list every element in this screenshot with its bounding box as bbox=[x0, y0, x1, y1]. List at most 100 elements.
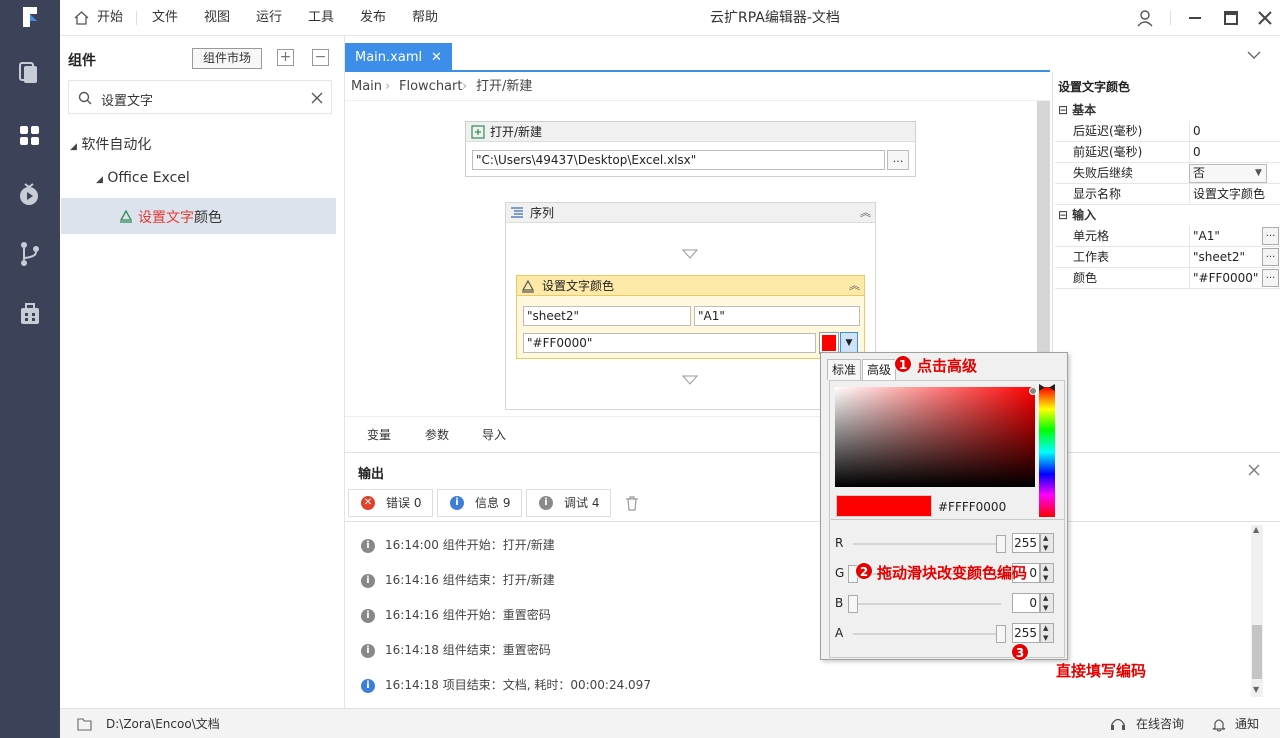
debug-icon[interactable] bbox=[16, 180, 44, 208]
color-swatch-button[interactable] bbox=[819, 332, 839, 354]
slider-track[interactable] bbox=[853, 603, 1001, 605]
expand-arrow-icon[interactable]: ◢ bbox=[70, 142, 77, 152]
scroll-up-icon[interactable]: ▲ bbox=[1253, 525, 1259, 534]
tree-node-office-excel[interactable]: ◢ Office Excel bbox=[96, 170, 190, 186]
spin-down-icon[interactable]: ▼ bbox=[1043, 604, 1048, 612]
branch-icon[interactable] bbox=[16, 240, 44, 268]
edit-expression-button[interactable]: ... bbox=[1262, 248, 1279, 266]
tab-standard[interactable]: 标准 bbox=[827, 359, 862, 380]
select-arrow-icon[interactable]: ▼ bbox=[1255, 163, 1262, 183]
alpha-slider-thumb[interactable] bbox=[996, 625, 1006, 643]
tree-node-software-automation[interactable]: ◢ 软件自动化 bbox=[70, 134, 151, 154]
spin-buttons[interactable]: ▲ ▼ bbox=[1040, 593, 1054, 613]
component-market-button[interactable]: 组件市场 bbox=[192, 48, 262, 69]
close-window-icon[interactable] bbox=[1256, 9, 1274, 27]
open-workbook-activity[interactable]: 打开/新建 "C:\Users\49437\Desktop\Excel.xlsx… bbox=[465, 121, 916, 177]
slider-track[interactable] bbox=[853, 633, 1001, 635]
prop-value-input[interactable]: 0 bbox=[1189, 142, 1280, 163]
sheet-field[interactable]: "sheet2" bbox=[523, 306, 691, 326]
file-path-field[interactable]: "C:\Users\49437\Desktop\Excel.xlsx" bbox=[472, 150, 885, 170]
browse-file-button[interactable]: ... bbox=[887, 150, 909, 170]
package-icon[interactable] bbox=[16, 300, 44, 328]
collapse-group-icon[interactable]: ⊟ bbox=[1058, 103, 1068, 117]
prop-value-input[interactable]: "sheet2" bbox=[1189, 247, 1259, 268]
color-field[interactable]: "#FF0000" bbox=[523, 333, 816, 353]
alpha-value-input[interactable]: 255 bbox=[1012, 623, 1040, 643]
collapse-sequence-icon[interactable]: ︽ bbox=[860, 203, 871, 223]
search-input[interactable]: 设置文字 bbox=[101, 90, 153, 109]
color-cursor[interactable] bbox=[1029, 387, 1037, 395]
collapse-all-button[interactable]: − bbox=[312, 49, 329, 66]
spin-up-icon[interactable]: ▲ bbox=[1043, 564, 1048, 572]
filter-info-button[interactable]: i 信息 9 bbox=[437, 489, 522, 517]
online-consult-link[interactable]: 在线咨询 bbox=[1136, 709, 1184, 738]
spin-down-icon[interactable]: ▼ bbox=[1043, 574, 1048, 582]
prop-value-input[interactable]: 0 bbox=[1189, 121, 1280, 142]
filter-debug-button[interactable]: i 调试 4 bbox=[526, 489, 611, 517]
hex-code-label[interactable]: #FFFF0000 bbox=[938, 500, 1006, 514]
spin-up-icon[interactable]: ▲ bbox=[1043, 594, 1048, 602]
minimize-icon[interactable] bbox=[1186, 9, 1204, 27]
saturation-value-field[interactable] bbox=[835, 387, 1037, 487]
breadcrumb-current[interactable]: 打开/新建 bbox=[476, 73, 532, 100]
clear-search-icon[interactable] bbox=[311, 92, 323, 104]
hue-slider[interactable] bbox=[1039, 384, 1055, 517]
spin-buttons[interactable]: ▲ ▼ bbox=[1040, 563, 1054, 583]
menu-file[interactable]: 文件 bbox=[152, 0, 178, 36]
red-value-input[interactable]: 255 bbox=[1012, 533, 1040, 553]
filter-errors-button[interactable]: ✕ 错误 0 bbox=[348, 489, 433, 517]
red-slider-thumb[interactable] bbox=[996, 535, 1006, 553]
prop-value-input[interactable]: "A1" bbox=[1189, 226, 1259, 247]
spin-down-icon[interactable]: ▼ bbox=[1043, 634, 1048, 642]
output-scroll-thumb[interactable] bbox=[1252, 625, 1262, 679]
collapse-group-icon[interactable]: ⊟ bbox=[1058, 208, 1068, 222]
spin-up-icon[interactable]: ▲ bbox=[1043, 534, 1048, 542]
prop-value-input[interactable]: 设置文字颜色 bbox=[1189, 184, 1280, 205]
components-icon[interactable] bbox=[16, 122, 44, 150]
prop-group-input[interactable]: ⊟ 输入 bbox=[1055, 205, 1280, 226]
menu-run[interactable]: 运行 bbox=[256, 0, 282, 36]
tab-main-xaml[interactable]: Main.xaml ✕ bbox=[345, 43, 452, 72]
spin-down-icon[interactable]: ▼ bbox=[1043, 544, 1048, 552]
tab-overflow-chevron-icon[interactable] bbox=[1247, 51, 1261, 60]
spin-buttons[interactable]: ▲ ▼ bbox=[1040, 533, 1054, 553]
hue-handle-icon[interactable] bbox=[1039, 384, 1055, 391]
component-search[interactable]: 设置文字 bbox=[68, 80, 332, 114]
menu-help[interactable]: 帮助 bbox=[412, 0, 438, 36]
breadcrumb-flowchart[interactable]: Flowchart bbox=[399, 73, 462, 100]
tab-variables[interactable]: 变量 bbox=[367, 426, 391, 443]
user-icon[interactable] bbox=[1136, 9, 1154, 27]
expand-all-button[interactable]: + bbox=[277, 49, 294, 66]
menu-publish[interactable]: 发布 bbox=[360, 0, 386, 36]
menu-home[interactable]: 开始 bbox=[97, 0, 123, 36]
prop-group-basic[interactable]: ⊟ 基本 bbox=[1055, 100, 1280, 121]
spin-buttons[interactable]: ▲ ▼ bbox=[1040, 623, 1054, 643]
home-icon[interactable] bbox=[74, 11, 89, 25]
spin-up-icon[interactable]: ▲ bbox=[1043, 624, 1048, 632]
menu-view[interactable]: 视图 bbox=[204, 0, 230, 36]
tab-arguments[interactable]: 参数 bbox=[425, 426, 449, 443]
edit-expression-button[interactable]: ... bbox=[1262, 227, 1279, 245]
blue-slider-thumb[interactable] bbox=[848, 595, 858, 613]
blue-value-input[interactable]: 0 bbox=[1012, 593, 1040, 613]
tab-advanced[interactable]: 高级 bbox=[862, 359, 897, 380]
expand-arrow-icon[interactable]: ◢ bbox=[96, 175, 103, 185]
close-tab-icon[interactable]: ✕ bbox=[431, 43, 442, 72]
maximize-icon[interactable] bbox=[1222, 9, 1240, 27]
output-scrollbar[interactable]: ▲ ▼ bbox=[1251, 525, 1263, 697]
cell-field[interactable]: "A1" bbox=[694, 306, 860, 326]
color-dropdown-icon[interactable]: ▼ bbox=[840, 332, 858, 354]
close-output-icon[interactable] bbox=[1248, 464, 1260, 476]
files-icon[interactable] bbox=[16, 60, 44, 88]
menu-tools[interactable]: 工具 bbox=[308, 0, 334, 36]
canvas-scrollbar[interactable] bbox=[1037, 101, 1050, 353]
edit-expression-button[interactable]: ... bbox=[1262, 269, 1279, 287]
tree-node-set-text-color[interactable]: 设置文字颜色 bbox=[61, 198, 336, 234]
tab-imports[interactable]: 导入 bbox=[482, 426, 506, 443]
slider-track[interactable] bbox=[853, 543, 1001, 545]
collapse-activity-icon[interactable]: ︽ bbox=[849, 276, 860, 296]
set-text-color-activity[interactable]: 设置文字颜色 ︽ "sheet2" "A1" "#FF0000" ▼ bbox=[516, 275, 865, 359]
prop-value-input[interactable]: "#FF0000" bbox=[1189, 268, 1259, 289]
scroll-down-icon[interactable]: ▼ bbox=[1253, 685, 1259, 694]
notifications-link[interactable]: 通知 bbox=[1235, 709, 1259, 738]
